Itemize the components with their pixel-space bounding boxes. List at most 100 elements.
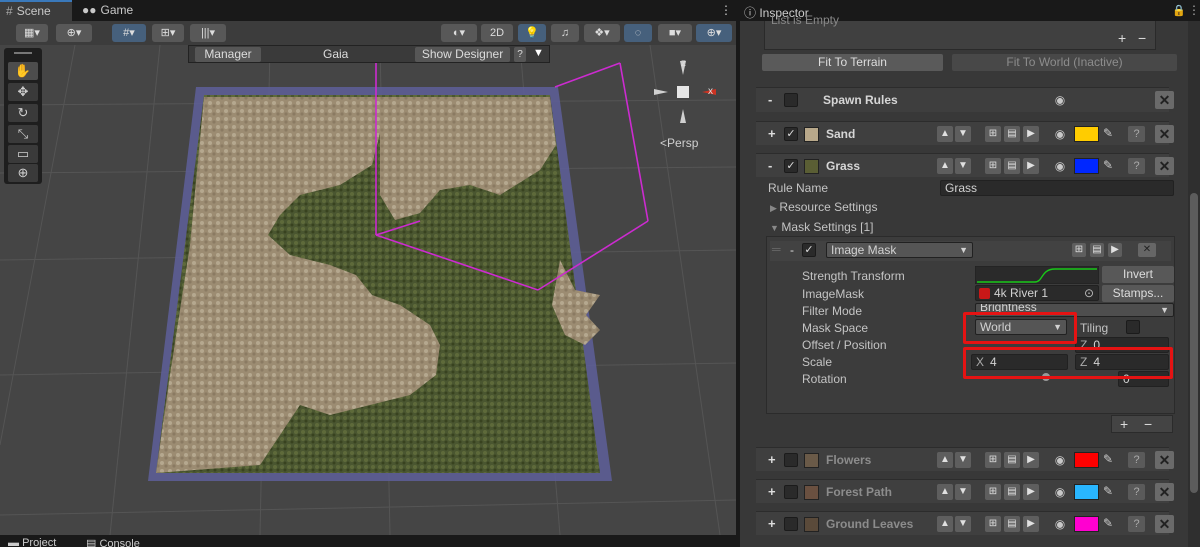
- help-icon[interactable]: ?: [1128, 452, 1145, 468]
- rule-enabled-checkbox[interactable]: [784, 485, 798, 499]
- play-icon[interactable]: ▶: [1023, 158, 1039, 174]
- invert-button[interactable]: Invert: [1102, 266, 1174, 283]
- mask-collapse-toggle[interactable]: -: [790, 243, 794, 257]
- inspector-scrollbar[interactable]: [1188, 21, 1200, 547]
- duplicate-icon[interactable]: ▤: [1004, 126, 1020, 142]
- 2d-toggle-button[interactable]: 2D: [481, 24, 513, 42]
- tab-game[interactable]: ●● Game: [76, 0, 136, 21]
- effects-toggle-button[interactable]: ❖▾: [584, 24, 620, 42]
- move-down-icon[interactable]: ▼: [955, 158, 971, 174]
- close-icon[interactable]: ✕: [1155, 125, 1174, 143]
- increment-snap-button[interactable]: |||▾: [190, 24, 226, 42]
- move-up-icon[interactable]: ▲: [937, 158, 953, 174]
- rect-tool-icon[interactable]: ▭: [8, 145, 38, 163]
- mask-type-dropdown[interactable]: Image Mask ▼: [826, 242, 973, 258]
- grid-snap-button[interactable]: #▾: [112, 24, 146, 42]
- close-icon[interactable]: ✕: [1155, 91, 1174, 109]
- add-icon[interactable]: ⊞: [1072, 243, 1086, 257]
- close-icon[interactable]: ✕: [1138, 243, 1156, 257]
- collapse-toggle[interactable]: -: [768, 92, 772, 107]
- duplicate-icon[interactable]: ▤: [1004, 484, 1020, 500]
- mask-add-button[interactable]: +: [1120, 416, 1128, 432]
- dropdown-arrow-icon[interactable]: ▼: [533, 47, 544, 59]
- grid-visibility-button[interactable]: ⊞▾: [152, 24, 184, 42]
- add-icon[interactable]: ⊞: [985, 126, 1001, 142]
- add-icon[interactable]: ⊞: [985, 452, 1001, 468]
- more-options-icon[interactable]: ⋮: [720, 3, 732, 17]
- list-add-button[interactable]: +: [1118, 30, 1126, 46]
- move-up-icon[interactable]: ▲: [937, 484, 953, 500]
- list-remove-button[interactable]: −: [1138, 30, 1146, 46]
- drag-handle-icon[interactable]: ═: [772, 242, 781, 256]
- move-up-icon[interactable]: ▲: [937, 126, 953, 142]
- help-icon[interactable]: ?: [1128, 484, 1145, 500]
- rule-color-swatch[interactable]: [1074, 158, 1099, 174]
- rule-row-ground-leaves[interactable]: + Ground Leaves ▲ ▼ ⊞ ▤ ▶ ◉ ✎ ? ✕: [756, 511, 1174, 535]
- visibility-eye-icon[interactable]: ◉: [1052, 127, 1068, 141]
- visibility-eye-icon[interactable]: ◉: [1052, 159, 1068, 173]
- spawn-rules-checkbox[interactable]: [784, 93, 798, 107]
- object-picker-icon[interactable]: ⊙: [1084, 286, 1094, 300]
- lock-icon[interactable]: 🔒: [1172, 4, 1186, 17]
- rule-color-swatch[interactable]: [1074, 126, 1099, 142]
- fit-to-terrain-button[interactable]: Fit To Terrain: [762, 54, 943, 71]
- rule-enabled-checkbox[interactable]: ✓: [784, 127, 798, 141]
- add-icon[interactable]: ⊞: [985, 158, 1001, 174]
- spawn-rules-header[interactable]: - Spawn Rules ◉ ✕: [756, 87, 1174, 112]
- help-icon[interactable]: ?: [1128, 158, 1145, 174]
- visibility-eye-icon[interactable]: ◉: [1052, 485, 1068, 499]
- eyedropper-icon[interactable]: ✎: [1103, 516, 1113, 530]
- help-button[interactable]: ?: [514, 47, 526, 62]
- rule-row-flowers[interactable]: + Flowers ▲ ▼ ⊞ ▤ ▶ ◉ ✎ ? ✕: [756, 447, 1174, 471]
- rule-row-forest-path[interactable]: + Forest Path ▲ ▼ ⊞ ▤ ▶ ◉ ✎ ? ✕: [756, 479, 1174, 503]
- eyedropper-icon[interactable]: ✎: [1103, 484, 1113, 498]
- manager-button[interactable]: Manager: [195, 47, 261, 62]
- rule-row-grass[interactable]: - ✓ Grass ▲ ▼ ⊞ ▤ ▶ ◉ ✎ ? ✕: [756, 153, 1174, 177]
- visibility-eye-icon[interactable]: ◉: [1052, 453, 1068, 467]
- close-icon[interactable]: ✕: [1155, 451, 1174, 469]
- visibility-eye-icon[interactable]: ◉: [1052, 517, 1068, 531]
- close-icon[interactable]: ✕: [1155, 515, 1174, 533]
- eyedropper-icon[interactable]: ✎: [1103, 158, 1113, 172]
- mask-settings-foldout[interactable]: ▼ Mask Settings [1]: [770, 220, 873, 234]
- global-toggle-button[interactable]: ⊕▾: [56, 24, 92, 42]
- image-mask-field[interactable]: 4k River 1 ⊙: [975, 285, 1099, 301]
- add-icon[interactable]: ⊞: [985, 516, 1001, 532]
- tiling-checkbox[interactable]: [1126, 320, 1140, 334]
- rule-color-swatch[interactable]: [1074, 516, 1099, 532]
- draw-mode-button[interactable]: ▦▾: [16, 24, 48, 42]
- shading-mode-button[interactable]: ◐▾: [441, 24, 477, 42]
- hidden-objects-icon[interactable]: ◌: [624, 24, 652, 42]
- stamps-button[interactable]: Stamps...: [1102, 285, 1174, 302]
- persp-label[interactable]: <Persp: [660, 136, 698, 150]
- play-icon[interactable]: ▶: [1023, 484, 1039, 500]
- help-icon[interactable]: ?: [1128, 126, 1145, 142]
- expand-toggle[interactable]: +: [768, 452, 776, 467]
- inspector-more-icon[interactable]: ⋮: [1188, 3, 1200, 17]
- rule-color-swatch[interactable]: [1074, 452, 1099, 468]
- resource-settings-foldout[interactable]: ▶ Resource Settings: [770, 200, 877, 214]
- play-icon[interactable]: ▶: [1023, 126, 1039, 142]
- rule-row-sand[interactable]: + ✓ Sand ▲ ▼ ⊞ ▤ ▶ ◉ ✎ ? ✕: [756, 121, 1174, 145]
- eyedropper-icon[interactable]: ✎: [1103, 126, 1113, 140]
- add-icon[interactable]: ⊞: [985, 484, 1001, 500]
- duplicate-icon[interactable]: ▤: [1004, 158, 1020, 174]
- rotate-tool-icon[interactable]: ↻: [8, 104, 38, 122]
- transform-tool-icon[interactable]: ⊕: [8, 164, 38, 182]
- move-down-icon[interactable]: ▼: [955, 452, 971, 468]
- mask-remove-button[interactable]: −: [1144, 416, 1152, 432]
- duplicate-icon[interactable]: ▤: [1004, 452, 1020, 468]
- rule-enabled-checkbox[interactable]: ✓: [784, 159, 798, 173]
- duplicate-icon[interactable]: ▤: [1004, 516, 1020, 532]
- expand-toggle[interactable]: +: [768, 516, 776, 531]
- play-icon[interactable]: ▶: [1108, 243, 1122, 257]
- close-icon[interactable]: ✕: [1155, 157, 1174, 175]
- fit-to-world-button[interactable]: Fit To World (Inactive): [952, 54, 1177, 71]
- rule-enabled-checkbox[interactable]: [784, 453, 798, 467]
- close-icon[interactable]: ✕: [1155, 483, 1174, 501]
- strength-curve-field[interactable]: [975, 266, 1099, 284]
- move-down-icon[interactable]: ▼: [955, 516, 971, 532]
- show-designer-button[interactable]: Show Designer: [415, 47, 510, 62]
- expand-toggle[interactable]: +: [768, 126, 776, 141]
- hand-tool-icon[interactable]: ✋: [8, 62, 38, 80]
